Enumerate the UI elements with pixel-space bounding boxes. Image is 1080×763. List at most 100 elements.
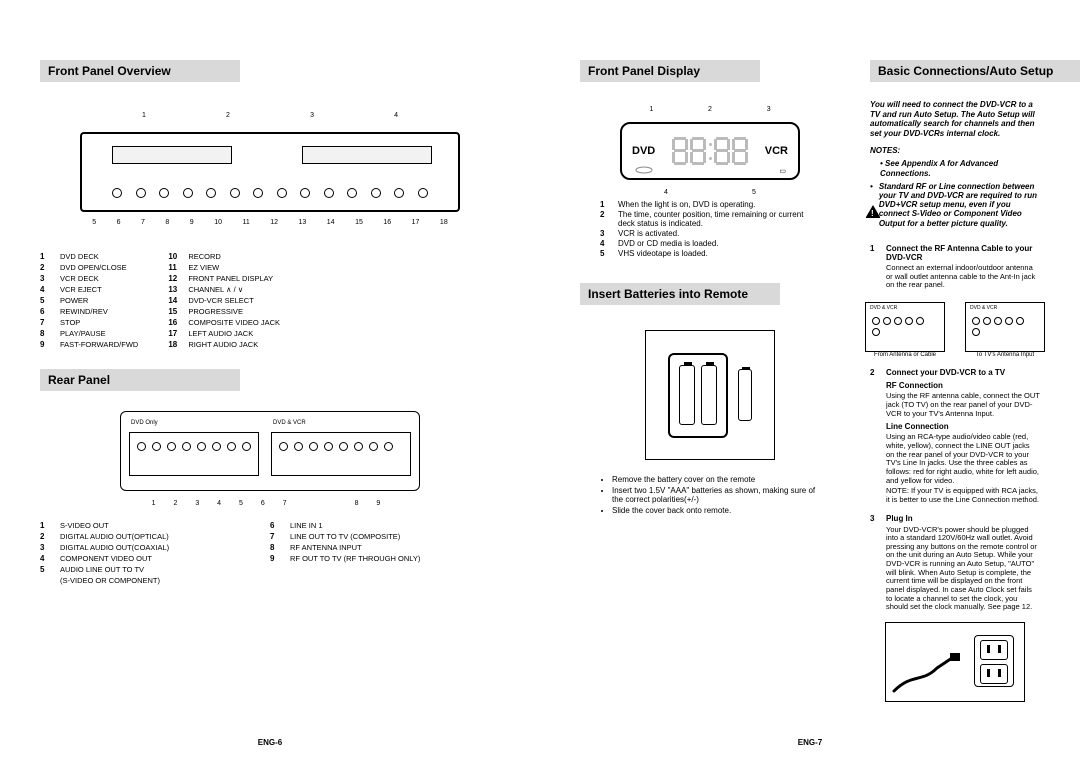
legend-text: (S-VIDEO OR COMPONENT)	[60, 576, 160, 585]
legend-num: 15	[168, 307, 180, 316]
legend-row: 2DIGITAL AUDIO OUT(OPTICAL)	[40, 532, 240, 541]
front-callouts-top: 1 2 3 4	[82, 112, 458, 119]
rear-zone-dvd-vcr	[271, 432, 411, 476]
legend-row: 3DIGITAL AUDIO OUT(COAXIAL)	[40, 543, 240, 552]
legend-row: 7 STOP	[40, 318, 138, 327]
legend-text: DVD or CD media is loaded.	[618, 239, 820, 248]
callout-num: 18	[440, 219, 448, 226]
page-eng-6: Front Panel Overview 1 2 3 4 5 6 7 8 9	[0, 0, 540, 763]
legend-text: EZ VIEW	[188, 263, 219, 272]
legend-num: 7	[270, 532, 282, 541]
rear-zone-dvd-vcr-label: DVD & VCR	[273, 420, 306, 426]
cassette-icon: ▭	[779, 167, 786, 175]
step-1-head: Connect the RF Antenna Cable to your DVD…	[886, 244, 1040, 262]
callout-num: 2	[226, 112, 230, 119]
battery-note-item: Slide the cover back onto remote.	[612, 506, 820, 515]
step-2-head: Connect your DVD-VCR to a TV	[886, 368, 1040, 377]
legend-text: CHANNEL ∧ / ∨	[188, 285, 243, 294]
legend-text: FAST-FORWARD/FWD	[60, 340, 138, 349]
step-3: 3 Plug In Your DVD-VCR's power should be…	[870, 514, 1040, 613]
legend-row: 3VCR DECK	[40, 274, 138, 283]
step-3-body: Your DVD-VCR's power should be plugged i…	[886, 526, 1040, 612]
page-number-right: ENG-7	[540, 738, 1080, 747]
legend-row: 15 PROGRESSIVE	[168, 307, 280, 316]
callout-num: 2	[708, 106, 712, 113]
rf-connection-sub: RF Connection	[886, 381, 1040, 390]
rear-zone-dvd-only	[129, 432, 259, 476]
legend-num: 4	[40, 554, 52, 563]
display-legend-row: 3 VCR is activated.	[600, 229, 820, 238]
battery-note-item: Remove the battery cover on the remote	[612, 475, 820, 484]
page-number-left: ENG-6	[0, 738, 540, 747]
rear-panel-legend: 1 S-VIDEO OUT 2DIGITAL AUDIO OUT(OPTICAL) 3…	[40, 521, 500, 585]
legend-text: RIGHT AUDIO JACK	[188, 340, 258, 349]
callout-num: 15	[355, 219, 363, 226]
callout-num: 11	[242, 219, 249, 226]
legend-text: PROGRESSIVE	[188, 307, 243, 316]
legend-text: DVD-VCR SELECT	[188, 296, 253, 305]
legend-num: 5	[600, 249, 610, 258]
power-cord-icon	[892, 643, 962, 693]
front-panel-diagram: 1 2 3 4 5 6 7 8 9 10 11 12 13	[80, 132, 460, 212]
legend-num: 6	[40, 307, 52, 316]
legend-num: 4	[40, 285, 52, 294]
callout-num: 17	[412, 219, 420, 226]
legend-num	[40, 576, 52, 585]
legend-text: S-VIDEO OUT	[60, 521, 109, 530]
legend-row: 11 EZ VIEW	[168, 263, 280, 272]
page-eng-7: Front Panel Display 1 2 3 DVD VCR	[540, 0, 1080, 763]
legend-num: 3	[600, 229, 610, 238]
rear-zone-dvd-only-label: DVD Only	[131, 420, 158, 426]
legend-num: 17	[168, 329, 180, 338]
legend-text: POWER	[60, 296, 88, 305]
battery-diagram	[645, 330, 775, 460]
legend-text: VCR EJECT	[60, 285, 102, 294]
legend-row: 14DVD-VCR SELECT	[168, 296, 280, 305]
front-panel-legend: 1DVD DECK2DVD OPEN/CLOSE3VCR DECK4VCR EJ…	[40, 252, 500, 349]
legend-num: 1	[40, 521, 52, 530]
callout-num: 3	[767, 106, 771, 113]
antenna-in-box: DVD & VCR	[865, 302, 945, 352]
callout-num: 10	[214, 219, 222, 226]
legend-num: 7	[40, 318, 52, 327]
step-num: 3	[870, 514, 880, 523]
legend-text: STOP	[60, 318, 80, 327]
callout-num: 1	[649, 106, 653, 113]
legend-num: 4	[600, 239, 610, 248]
legend-num: 2	[40, 263, 52, 272]
battery-holder-icon	[668, 353, 728, 438]
legend-num: 3	[40, 274, 52, 283]
display-callouts-top: 1 2 3	[622, 106, 798, 113]
page-spread: Front Panel Overview 1 2 3 4 5 6 7 8 9	[0, 0, 1080, 763]
battery-cell-icon	[679, 365, 695, 425]
battery-note-item: Insert two 1.5V "AAA" batteries as shown…	[612, 486, 820, 504]
callout-num: 4	[394, 112, 398, 119]
display-callouts-bottom: 4 5	[622, 189, 798, 196]
legend-text: DVD DECK	[60, 252, 99, 261]
legend-text: RF ANTENNA INPUT	[290, 543, 362, 552]
warning-triangle-icon	[866, 206, 880, 218]
legend-row: 7LINE OUT TO TV (COMPOSITE)	[270, 532, 420, 541]
legend-row: (S-VIDEO OR COMPONENT)	[40, 576, 240, 585]
legend-text: VCR is activated.	[618, 229, 820, 238]
callout-num: 8	[165, 219, 169, 226]
legend-row: 16COMPOSITE VIDEO JACK	[168, 318, 280, 327]
legend-num: 11	[168, 263, 180, 272]
legend-text: REWIND/REV	[60, 307, 108, 316]
rear-panel-diagram: DVD Only DVD & VCR	[120, 411, 420, 491]
legend-num: 2	[600, 210, 610, 219]
legend-row: 1 S-VIDEO OUT	[40, 521, 240, 530]
legend-num: 8	[270, 543, 282, 552]
step-num: 1	[870, 244, 880, 253]
step-num: 2	[870, 368, 880, 377]
vhs-deck-slot	[302, 146, 432, 164]
legend-text: When the light is on, DVD is operating.	[618, 200, 820, 209]
legend-text: FRONT PANEL DISPLAY	[188, 274, 273, 283]
callout-num: 12	[270, 219, 278, 226]
front-panel-overview-title: Front Panel Overview	[40, 60, 240, 82]
callout-num: 5	[92, 219, 96, 226]
line-connection-note: NOTE: If your TV is equipped with RCA ja…	[886, 487, 1040, 504]
auto-setup-intro: You will need to connect the DVD-VCR to …	[870, 100, 1040, 138]
legend-num: 1	[40, 252, 52, 261]
battery-loose-icon	[738, 369, 752, 421]
